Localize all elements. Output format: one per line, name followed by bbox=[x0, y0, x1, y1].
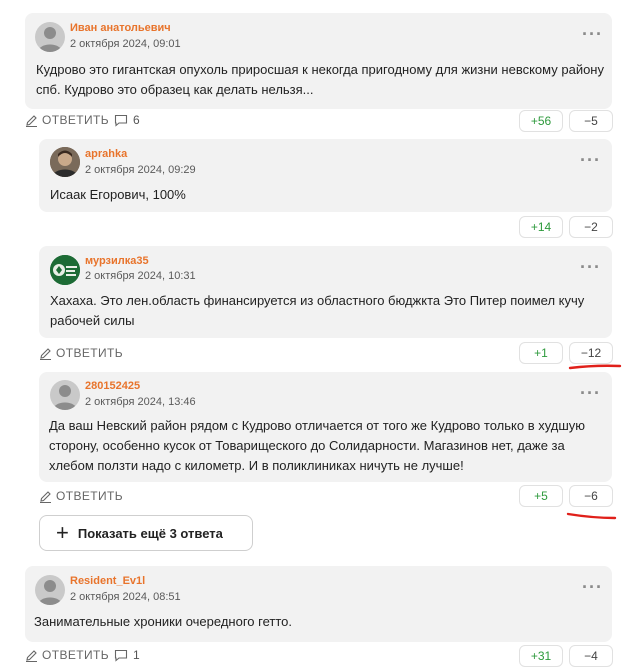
upvote-button[interactable]: +56 bbox=[519, 110, 563, 132]
reply-button[interactable]: ОТВЕТИТЬ bbox=[25, 648, 109, 662]
replies-count[interactable]: 6 bbox=[114, 113, 140, 127]
plus-icon: + bbox=[56, 520, 69, 545]
downvote-button[interactable]: −2 bbox=[569, 216, 613, 238]
upvote-button[interactable]: +1 bbox=[519, 342, 563, 364]
replies-count-label: 1 bbox=[133, 648, 140, 662]
comment-author[interactable]: Resident_Ev1l bbox=[70, 575, 145, 587]
red-underline-annotation bbox=[566, 512, 617, 520]
comment-text: Исаак Егорович, 100% bbox=[50, 187, 186, 202]
comment-date[interactable]: 2 октября 2024, 09:29 bbox=[85, 164, 196, 176]
more-options-icon[interactable]: ··· bbox=[580, 151, 601, 169]
photo-avatar[interactable] bbox=[50, 147, 80, 177]
pencil-icon bbox=[26, 114, 37, 127]
pencil-icon bbox=[26, 649, 37, 662]
downvote-button[interactable]: −6 bbox=[569, 485, 613, 507]
default-avatar[interactable] bbox=[35, 22, 65, 52]
comment-bubble-icon bbox=[114, 114, 128, 127]
reply-label: ОТВЕТИТЬ bbox=[42, 113, 110, 127]
pencil-icon bbox=[40, 347, 51, 360]
comment-author[interactable]: мурзилка35 bbox=[85, 255, 149, 267]
reply-button[interactable]: ОТВЕТИТЬ bbox=[25, 113, 109, 127]
comment-card: aprahka 2 октября 2024, 09:29 ··· Исаак … bbox=[39, 139, 612, 212]
show-more-label: Показать ещё 3 ответа bbox=[77, 525, 223, 541]
pencil-icon bbox=[40, 490, 51, 503]
show-more-replies-button[interactable]: + Показать ещё 3 ответа bbox=[39, 515, 253, 551]
comment-date[interactable]: 2 октября 2024, 09:01 bbox=[70, 38, 181, 50]
reply-button[interactable]: ОТВЕТИТЬ bbox=[39, 489, 123, 503]
reply-label: ОТВЕТИТЬ bbox=[56, 489, 124, 503]
downvote-button[interactable]: −5 bbox=[569, 110, 613, 132]
comment-date[interactable]: 2 октября 2024, 10:31 bbox=[85, 270, 196, 282]
replies-count-label: 6 bbox=[133, 113, 140, 127]
reply-label: ОТВЕТИТЬ bbox=[42, 648, 110, 662]
comment-author[interactable]: Иван анатольевич bbox=[70, 22, 171, 34]
comment-bubble-icon bbox=[114, 649, 128, 662]
reply-label: ОТВЕТИТЬ bbox=[56, 346, 124, 360]
comment-author[interactable]: aprahka bbox=[85, 148, 127, 160]
more-options-icon[interactable]: ··· bbox=[580, 384, 601, 402]
more-options-icon[interactable]: ··· bbox=[580, 258, 601, 276]
green-logo-avatar[interactable] bbox=[50, 255, 80, 285]
comment-card: 280152425 2 октября 2024, 13:46 ··· Да в… bbox=[39, 372, 612, 482]
downvote-button[interactable]: −12 bbox=[569, 342, 613, 364]
more-options-icon[interactable]: ··· bbox=[582, 25, 603, 43]
comment-date[interactable]: 2 октября 2024, 08:51 bbox=[70, 591, 181, 603]
comment-date[interactable]: 2 октября 2024, 13:46 bbox=[85, 396, 196, 408]
comment-text: Занимательные хроники очередного гетто. bbox=[34, 614, 292, 629]
comment-author[interactable]: 280152425 bbox=[85, 380, 140, 392]
replies-count[interactable]: 1 bbox=[114, 648, 140, 662]
upvote-button[interactable]: +14 bbox=[519, 216, 563, 238]
upvote-button[interactable]: +31 bbox=[519, 645, 563, 667]
default-avatar[interactable] bbox=[35, 575, 65, 605]
reply-button[interactable]: ОТВЕТИТЬ bbox=[39, 346, 123, 360]
upvote-button[interactable]: +5 bbox=[519, 485, 563, 507]
more-options-icon[interactable]: ··· bbox=[582, 578, 603, 596]
comment-text: Кудрово это гигантская опухоль приросшая… bbox=[36, 62, 604, 97]
default-avatar[interactable] bbox=[50, 380, 80, 410]
comment-card: мурзилка35 2 октября 2024, 10:31 ··· Хах… bbox=[39, 246, 612, 338]
comment-card: Resident_Ev1l 2 октября 2024, 08:51 ··· … bbox=[25, 566, 612, 642]
comment-card: Иван анатольевич 2 октября 2024, 09:01 ·… bbox=[25, 13, 612, 109]
comment-text: Да ваш Невский район рядом с Кудрово отл… bbox=[49, 418, 586, 473]
comment-text: Хахаха. Это лен.область финансируется из… bbox=[50, 293, 585, 328]
downvote-button[interactable]: −4 bbox=[569, 645, 613, 667]
